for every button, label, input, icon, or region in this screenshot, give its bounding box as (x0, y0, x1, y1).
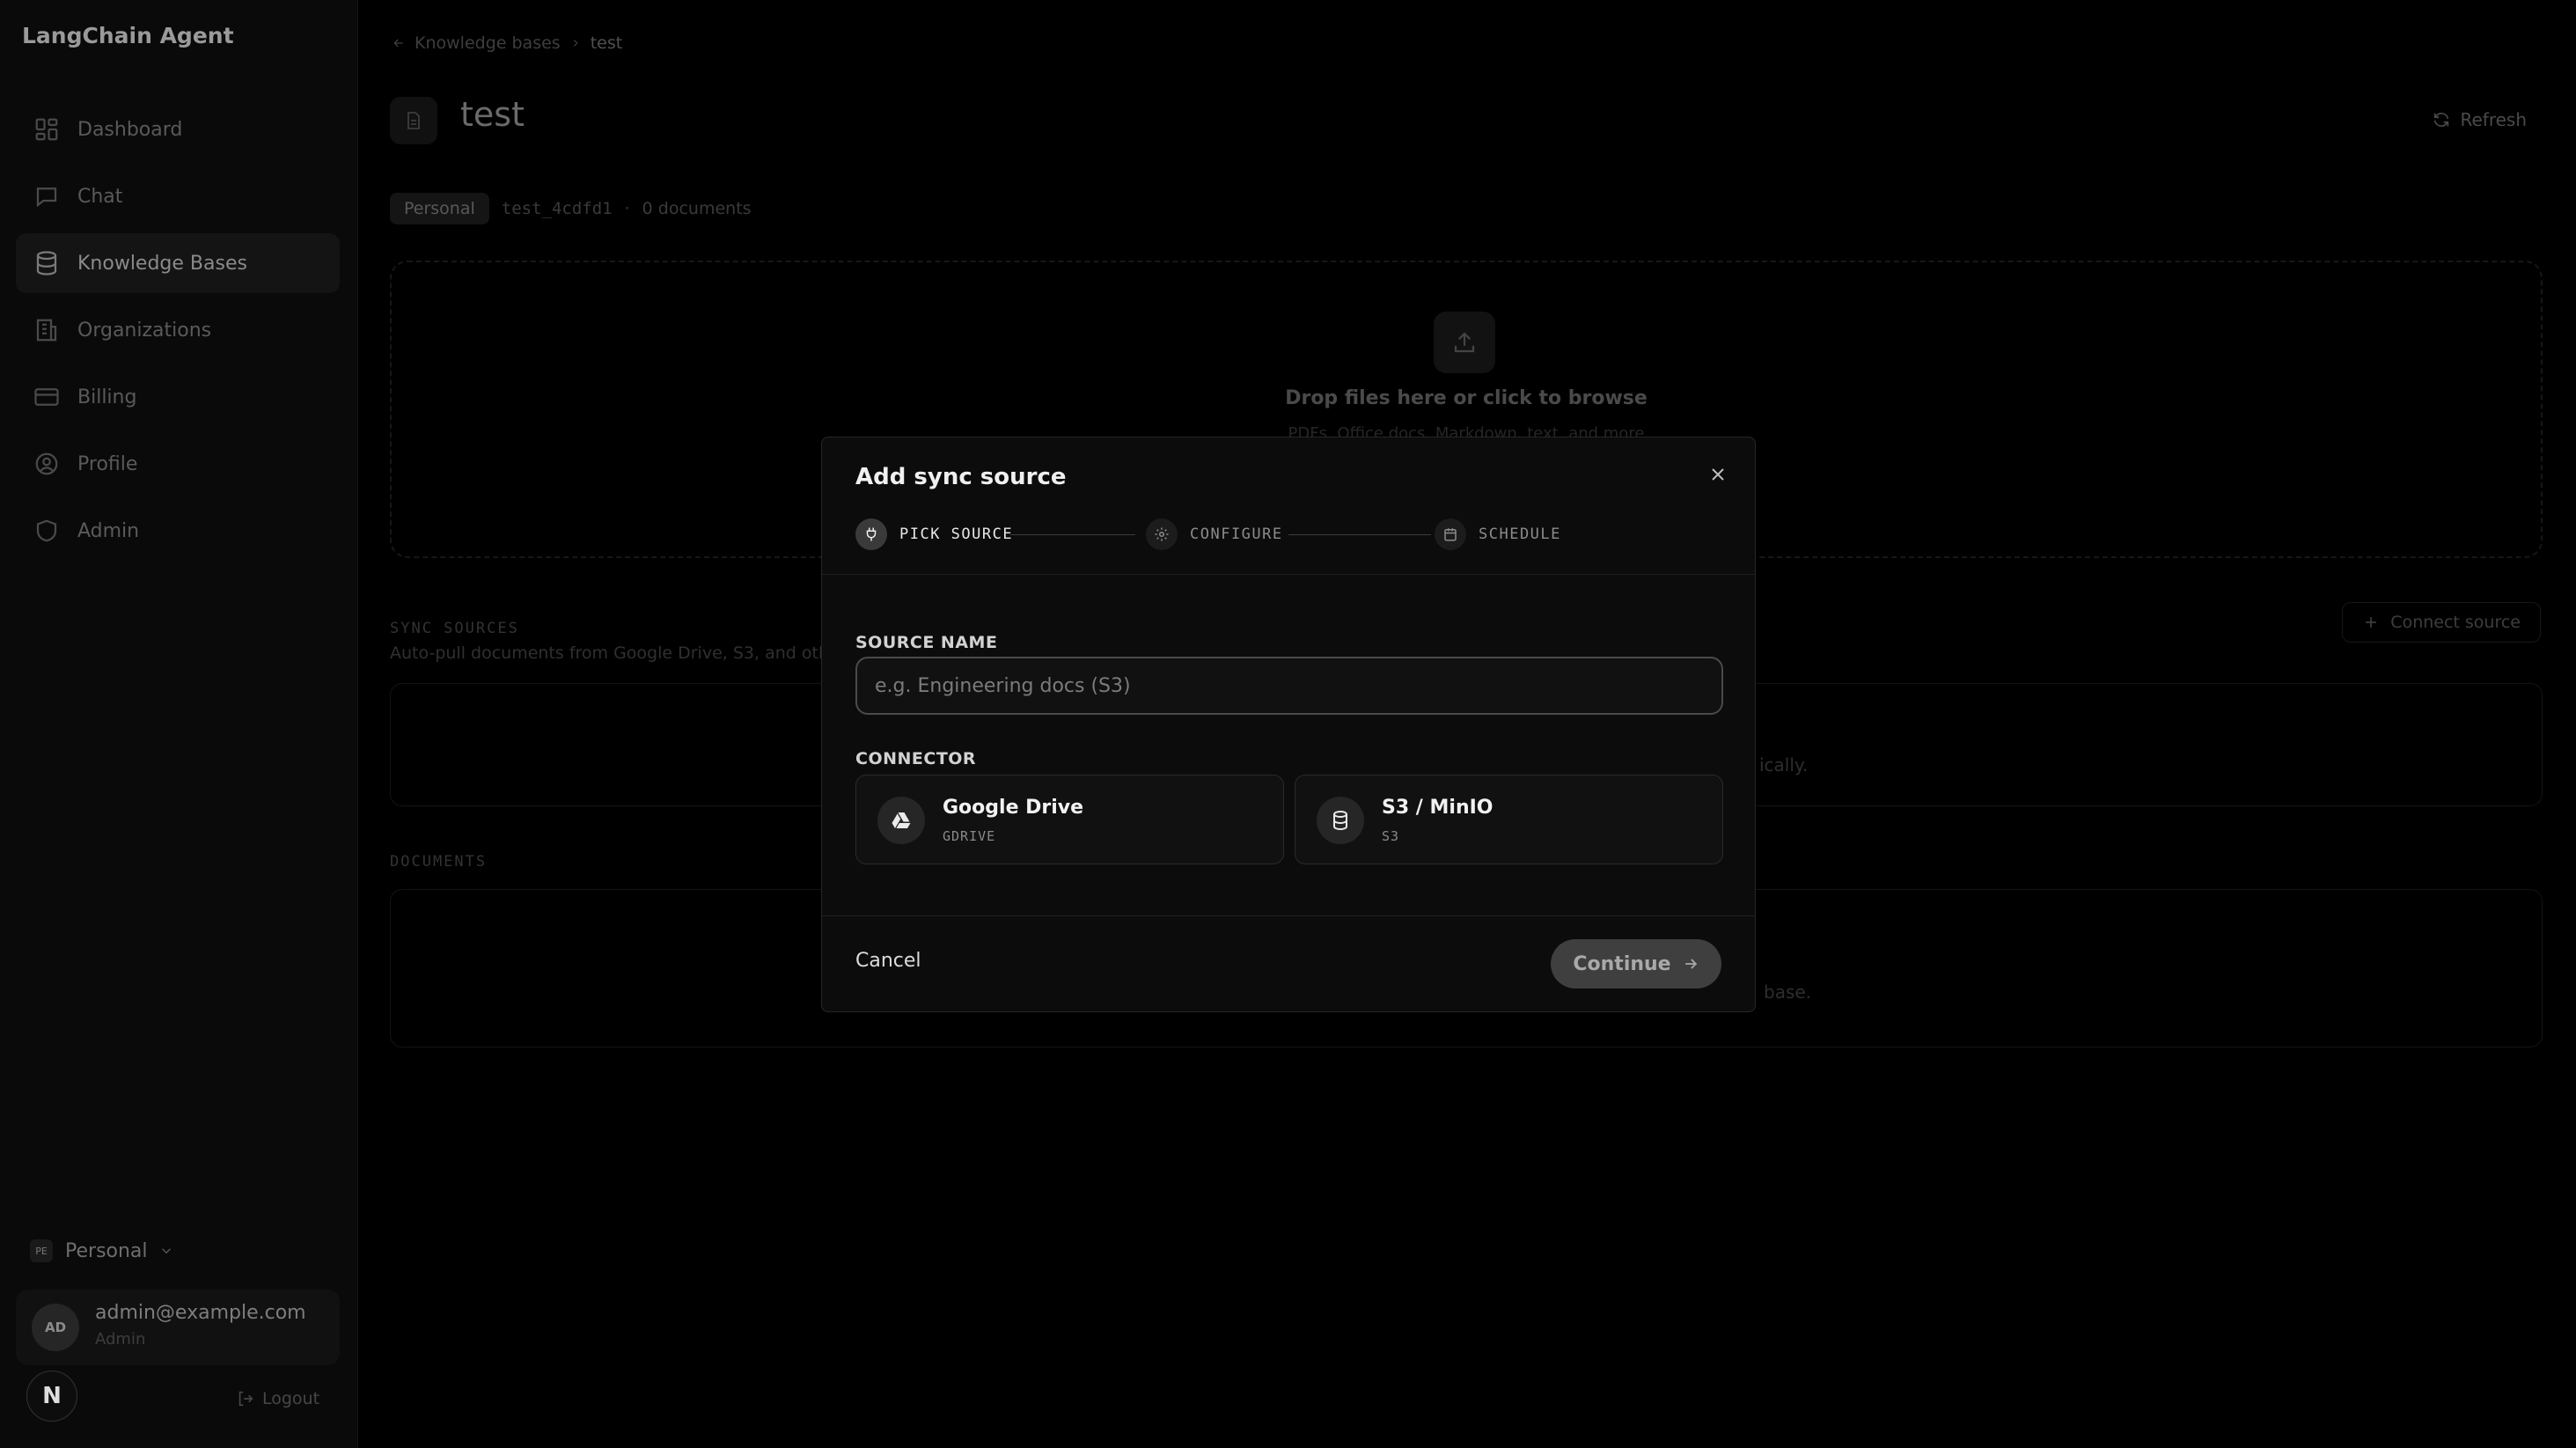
page-title: test (460, 95, 525, 134)
avatar: AD (32, 1304, 79, 1351)
sidebar-item-organizations[interactable]: Organizations (16, 300, 340, 360)
building-icon (33, 317, 60, 343)
step-schedule: SCHEDULE (1435, 518, 1561, 550)
breadcrumb: Knowledge bases test (392, 33, 622, 53)
sync-sources-description: Auto-pull documents from Google Drive, S… (390, 643, 847, 663)
sidebar-item-profile[interactable]: Profile (16, 434, 340, 494)
sidebar-item-admin[interactable]: Admin (16, 501, 340, 561)
sidebar-item-chat[interactable]: Chat (16, 166, 340, 226)
gear-icon (1146, 518, 1178, 550)
file-icon (390, 97, 437, 144)
google-drive-icon (877, 797, 925, 844)
upload-icon (1434, 312, 1495, 373)
chevron-down-icon (158, 1243, 174, 1259)
sidebar-item-billing[interactable]: Billing (16, 367, 340, 427)
sidebar-item-label: Knowledge Bases (77, 252, 247, 275)
arrow-right-icon (1682, 955, 1699, 973)
sidebar-item-label: Chat (77, 185, 123, 208)
n-logo-icon[interactable]: N (26, 1371, 77, 1422)
connector-name: Google Drive (943, 797, 1084, 819)
user-circle-icon (33, 451, 60, 477)
kb-id: test_4cdfd1 (501, 199, 613, 218)
arrow-left-icon (392, 36, 406, 50)
stepper: PICK SOURCE CONFIGURE SCHEDULE (855, 518, 1560, 552)
connector-option-google-drive[interactable]: Google Drive GDRIVE (855, 775, 1284, 864)
connector-option-s3-minio[interactable]: S3 / MinIO S3 (1295, 775, 1723, 864)
cancel-button[interactable]: Cancel (855, 950, 921, 972)
sync-sources-label: SYNC SOURCES (390, 620, 519, 637)
sidebar-nav: Dashboard Chat Knowledge Bases Organizat… (16, 99, 340, 568)
modal-footer-divider (822, 915, 1755, 916)
plug-icon (855, 518, 887, 550)
calendar-icon (1435, 518, 1466, 550)
app-title: LangChain Agent (22, 23, 234, 48)
breadcrumb-current: test (590, 33, 623, 53)
close-icon[interactable] (1707, 464, 1728, 485)
sidebar-item-label: Organizations (77, 319, 212, 342)
connect-source-label: Connect source (2390, 613, 2521, 632)
user-email: admin@example.com (95, 1302, 306, 1324)
connector-code: S3 (1382, 828, 1400, 844)
chevron-right-icon (569, 37, 582, 49)
user-card[interactable]: AD admin@example.com Admin (16, 1290, 340, 1365)
chat-icon (33, 183, 60, 209)
meta-separator: · (624, 199, 630, 218)
modal-title: Add sync source (855, 464, 1067, 490)
step-label: SCHEDULE (1479, 526, 1561, 543)
documents-empty-text: base. (1764, 981, 1812, 1003)
step-connector-line (1288, 534, 1431, 535)
org-switcher[interactable]: PE Personal (30, 1239, 174, 1262)
logout-label: Logout (262, 1389, 320, 1408)
continue-label: Continue (1573, 952, 1671, 975)
connect-source-button[interactable]: Connect source (2342, 602, 2541, 643)
plus-icon (2362, 614, 2380, 631)
source-name-input[interactable] (855, 657, 1723, 715)
sidebar: LangChain Agent Dashboard Chat Knowledge… (0, 0, 358, 1448)
user-role: Admin (95, 1330, 146, 1349)
refresh-button[interactable]: Refresh (2432, 109, 2527, 130)
sidebar-item-label: Profile (77, 452, 138, 475)
sidebar-item-knowledge-bases[interactable]: Knowledge Bases (16, 233, 340, 293)
org-name: Personal (65, 1239, 148, 1262)
scope-badge: Personal (390, 193, 489, 224)
continue-button[interactable]: Continue (1551, 939, 1721, 989)
documents-label: DOCUMENTS (390, 853, 488, 871)
sidebar-item-label: Admin (77, 519, 140, 542)
shield-icon (33, 518, 60, 544)
step-connector-line (1010, 534, 1135, 535)
step-pick-source: PICK SOURCE (855, 518, 1013, 550)
doc-count: 0 documents (642, 199, 752, 218)
logout-button[interactable]: Logout (236, 1389, 319, 1408)
step-configure: CONFIGURE (1146, 518, 1283, 550)
connector-name: S3 / MinIO (1382, 797, 1493, 819)
source-name-label: SOURCE NAME (855, 633, 998, 652)
sidebar-item-label: Dashboard (77, 118, 183, 141)
sync-empty-text: ically. (1759, 754, 1809, 775)
connector-code: GDRIVE (943, 828, 996, 844)
database-icon (1317, 797, 1364, 844)
sidebar-item-label: Billing (77, 386, 137, 408)
sidebar-item-dashboard[interactable]: Dashboard (16, 99, 340, 159)
kb-meta: Personal test_4cdfd1 · 0 documents (390, 193, 752, 224)
connector-label: CONNECTOR (855, 749, 977, 768)
refresh-icon (2432, 110, 2451, 129)
add-sync-source-modal: Add sync source PICK SOURCE CONFIGURE SC… (821, 437, 1756, 1012)
dashboard-icon (33, 116, 60, 143)
breadcrumb-parent-link[interactable]: Knowledge bases (415, 33, 561, 53)
step-label: CONFIGURE (1190, 526, 1283, 543)
org-badge: PE (30, 1239, 53, 1262)
modal-divider (822, 574, 1755, 575)
dropzone-title: Drop files here or click to browse (1285, 387, 1648, 409)
refresh-label: Refresh (2460, 109, 2527, 130)
credit-card-icon (33, 384, 60, 410)
logout-icon (236, 1389, 255, 1408)
database-icon (33, 250, 60, 276)
step-label: PICK SOURCE (899, 526, 1014, 543)
